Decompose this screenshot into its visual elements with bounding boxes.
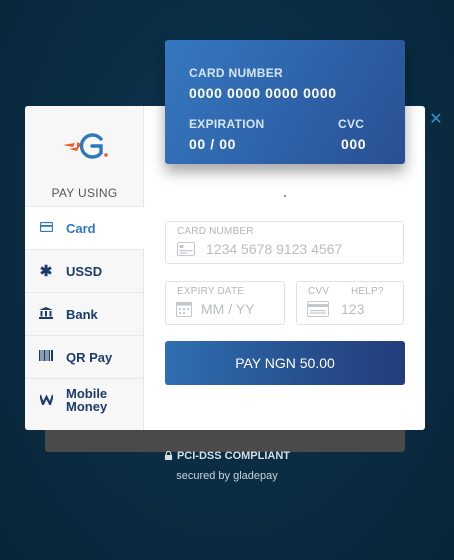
sidebar-item-bank[interactable]: Bank [25,292,144,335]
sidebar-item-label: QR Pay [66,349,113,365]
sidebar-item-mobile-money[interactable]: Mobile Money [25,378,144,421]
credit-card-preview: CARD NUMBER 0000 0000 0000 0000 EXPIRATI… [165,40,405,164]
card-number-input[interactable]: 1234 5678 9123 4567 [206,241,342,257]
calendar-icon [176,302,192,317]
card-number-label: CARD NUMBER [177,226,254,237]
pci-compliance-badge: PCI-DSS COMPLIANT [0,450,454,462]
cvv-help-link[interactable]: HELP? [351,286,384,297]
card-icon [39,221,53,235]
card-icon [177,242,195,256]
expiry-date-field[interactable]: EXPIRY DATE MM / YY [165,281,285,325]
cvv-field[interactable]: CVV HELP? 123 [296,281,404,325]
close-icon[interactable]: ✕ [428,112,444,128]
expiry-date-input[interactable]: MM / YY [201,301,254,317]
wallet-icon [38,393,54,408]
cvc-preview-value: 000 [341,136,367,152]
pay-button[interactable]: PAY NGN 50.00 [165,341,405,385]
card-number-preview-label: CARD NUMBER [189,66,283,80]
expiration-preview-value: 00 / 00 [189,136,237,152]
cvc-preview-label: CVC [338,117,365,131]
expiration-preview-label: EXPIRATION [189,117,265,131]
pay-using-label: PAY USING [51,186,118,200]
cvv-input[interactable]: 123 [341,301,364,317]
sidebar-item-label: Mobile Money [66,386,108,414]
card-number-preview-value: 0000 0000 0000 0000 [189,85,337,101]
payment-method-menu: Card ✱ USSD Bank QR Pay Mobile Money [25,206,145,421]
card-number-field[interactable]: CARD NUMBER 1234 5678 9123 4567 [165,221,404,264]
gladepay-logo [63,133,108,159]
lock-icon [164,451,173,460]
barcode-icon [39,350,53,364]
card-back-icon [307,301,329,317]
bank-icon [39,306,53,322]
expiry-date-label: EXPIRY DATE [177,286,245,297]
sidebar-item-card[interactable]: Card [25,206,145,249]
sidebar-item-label: USSD [66,263,103,279]
separator-dot [284,195,286,197]
sidebar-item-label: Card [66,220,96,236]
secured-by-text: secured by gladepay [176,470,278,482]
sidebar-item-ussd[interactable]: ✱ USSD [25,249,144,292]
sidebar-item-label: Bank [66,306,98,322]
pci-compliance-text: PCI-DSS COMPLIANT [176,450,291,462]
payment-method-sidebar: PAY USING Card ✱ USSD Bank QR Pay Mobile… [25,106,145,430]
asterisk-icon: ✱ [39,263,53,280]
cvv-label: CVV [308,286,330,297]
sidebar-item-qr-pay[interactable]: QR Pay [25,335,144,378]
